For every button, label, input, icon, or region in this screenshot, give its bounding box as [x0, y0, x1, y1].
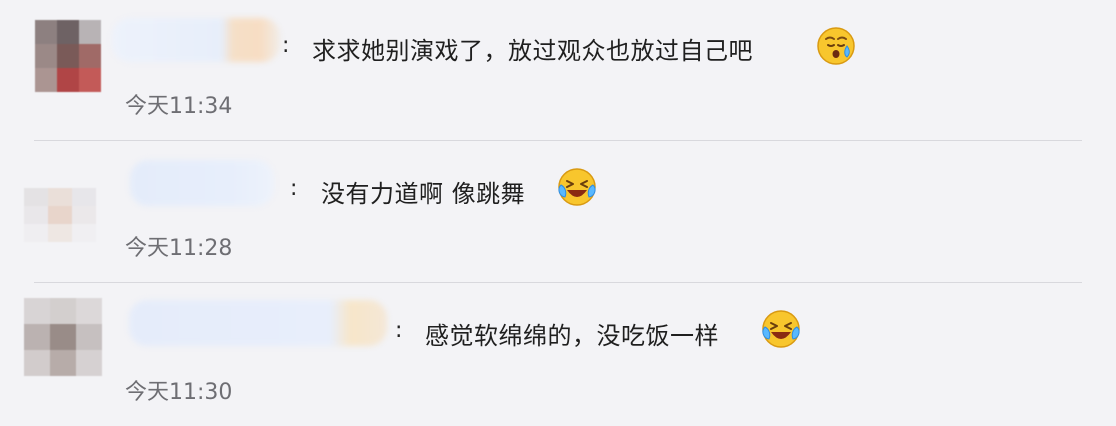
- divider: [34, 282, 1082, 283]
- comment-item: : 感觉软绵绵的，没吃饭一样 今天11:30: [0, 282, 1116, 426]
- comment-text: 感觉软绵绵的，没吃饭一样: [425, 322, 719, 350]
- colon-separator: :: [282, 33, 290, 58]
- comment-time: 今天11:28: [125, 236, 233, 261]
- colon-separator: :: [290, 176, 298, 201]
- comment-text: 求求她别演戏了，放过观众也放过自己吧: [312, 37, 753, 65]
- colon-separator: :: [395, 318, 403, 343]
- crying-laughing-icon: [558, 168, 596, 206]
- divider: [34, 140, 1082, 141]
- crying-laughing-icon: [762, 310, 800, 348]
- username-blurred[interactable]: [130, 160, 274, 206]
- avatar[interactable]: [35, 20, 101, 92]
- username-blurred[interactable]: [129, 300, 387, 346]
- username-blurred[interactable]: [112, 18, 280, 62]
- avatar[interactable]: [24, 188, 96, 242]
- comment-time: 今天11:34: [125, 94, 233, 119]
- comment-item: : 没有力道啊 像跳舞 今天11:28: [0, 140, 1116, 282]
- sweat-face-icon: [817, 27, 855, 65]
- comment-text: 没有力道啊 像跳舞: [321, 180, 526, 208]
- comment-item: : 求求她别演戏了，放过观众也放过自己吧 今天11:34: [0, 0, 1116, 140]
- comment-list: : 求求她别演戏了，放过观众也放过自己吧 今天11:34 : 没有力道啊 像跳舞…: [0, 0, 1116, 426]
- comment-time: 今天11:30: [125, 380, 233, 405]
- avatar[interactable]: [24, 298, 102, 376]
